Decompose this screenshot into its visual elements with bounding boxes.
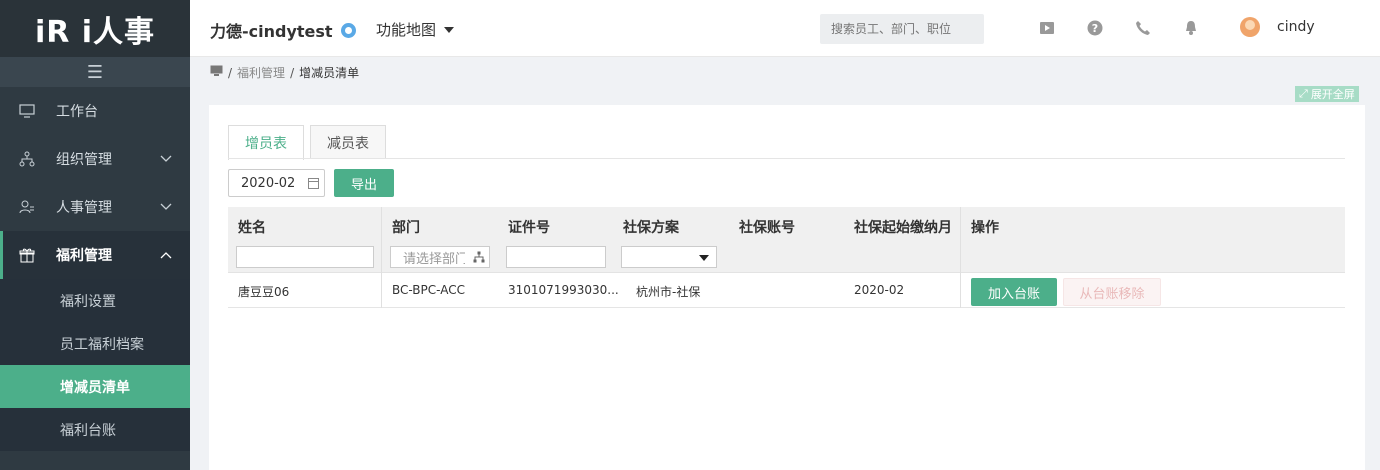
chevron-up-icon bbox=[160, 248, 172, 262]
top-header: 力德-cindytest 功能地图 ? cindy bbox=[190, 0, 1380, 57]
table-row[interactable]: 唐豆豆06 BC-BPC-ACC 3101071993030... 杭州市-社保… bbox=[228, 273, 1345, 308]
dept-filter-select[interactable]: 请选择部门 bbox=[390, 246, 490, 268]
tab-remove-staff[interactable]: 减员表 bbox=[310, 125, 386, 159]
menu-toggle-button[interactable]: ☰ bbox=[0, 57, 190, 87]
gear-icon[interactable] bbox=[340, 22, 356, 38]
dept-filter-placeholder: 请选择部门 bbox=[403, 251, 465, 267]
export-button[interactable]: 导出 bbox=[334, 169, 394, 197]
chevron-down-icon bbox=[160, 200, 172, 214]
sidebar-subitem-add-remove-list[interactable]: 增减员清单 bbox=[0, 365, 190, 408]
breadcrumb-parent[interactable]: 福利管理 bbox=[237, 64, 285, 81]
column-header-dept: 部门 bbox=[392, 220, 420, 236]
breadcrumb-separator: / bbox=[290, 65, 295, 80]
sidebar-item-label: 工作台 bbox=[56, 104, 98, 120]
sidebar-item-welfare[interactable]: 福利管理 bbox=[0, 231, 190, 279]
column-header-name: 姓名 bbox=[238, 220, 266, 236]
function-map-dropdown[interactable]: 功能地图 bbox=[376, 19, 455, 40]
column-header-plan: 社保方案 bbox=[623, 220, 679, 236]
company-switcher[interactable]: 力德-cindytest bbox=[210, 18, 356, 42]
table-header: 姓名 部门 证件号 社保方案 社保账号 社保起始缴纳月 操作 请选择部门 bbox=[228, 207, 1345, 273]
column-header-account: 社保账号 bbox=[739, 220, 795, 236]
monitor-icon bbox=[18, 102, 36, 120]
sidebar-item-workbench[interactable]: 工作台 bbox=[0, 87, 190, 135]
content-panel: 增员表 减员表 2020-02 导出 姓名 部门 证件号 社保方案 社保账号 社… bbox=[209, 105, 1365, 470]
app-logo[interactable]: iR i人事 bbox=[0, 0, 190, 57]
subitem-label: 福利台账 bbox=[60, 422, 116, 439]
sidebar-subitem-welfare-settings[interactable]: 福利设置 bbox=[0, 279, 190, 322]
subitem-label: 员工福利档案 bbox=[60, 336, 144, 353]
hamburger-icon: ☰ bbox=[86, 61, 104, 83]
column-header-actions: 操作 bbox=[971, 220, 999, 236]
sidebar-item-label: 人事管理 bbox=[56, 200, 112, 216]
avatar bbox=[1240, 17, 1260, 37]
breadcrumb: / 福利管理 / 增减员清单 bbox=[210, 64, 359, 81]
sidebar-subitem-employee-welfare[interactable]: 员工福利档案 bbox=[0, 322, 190, 365]
staff-table: 姓名 部门 证件号 社保方案 社保账号 社保起始缴纳月 操作 请选择部门 唐豆豆… bbox=[228, 207, 1345, 308]
sidebar-subitem-welfare-ledger[interactable]: 福利台账 bbox=[0, 408, 190, 451]
fullscreen-button[interactable]: ⤢ 展开全屏 bbox=[1295, 86, 1359, 102]
function-map-label: 功能地图 bbox=[376, 21, 437, 39]
gift-icon bbox=[18, 246, 36, 264]
month-picker[interactable]: 2020-02 bbox=[228, 169, 325, 197]
org-chart-icon bbox=[18, 150, 36, 168]
add-to-ledger-button[interactable]: 加入台账 bbox=[971, 278, 1057, 306]
svg-text:?: ? bbox=[1092, 22, 1098, 35]
cell-dept: BC-BPC-ACC bbox=[392, 283, 465, 297]
search-input[interactable] bbox=[820, 14, 984, 44]
column-header-start-month: 社保起始缴纳月 bbox=[854, 220, 952, 236]
chevron-down-icon bbox=[160, 152, 172, 166]
subitem-label: 增减员清单 bbox=[60, 379, 130, 396]
help-icon[interactable]: ? bbox=[1087, 20, 1103, 36]
tab-add-staff[interactable]: 增员表 bbox=[228, 125, 304, 160]
column-divider bbox=[960, 207, 961, 273]
plan-filter-select[interactable] bbox=[621, 246, 717, 268]
sidebar: iR i人事 ☰ 工作台 组织管理 人事管理 福利管理 福利设置 员工福利档案 … bbox=[0, 0, 190, 470]
calendar-icon bbox=[308, 178, 319, 189]
column-divider bbox=[960, 273, 961, 308]
person-icon bbox=[18, 198, 36, 216]
media-icon[interactable] bbox=[1039, 20, 1055, 36]
cell-plan: 杭州市-社保 bbox=[636, 285, 701, 299]
column-header-id: 证件号 bbox=[508, 220, 550, 236]
user-menu[interactable]: cindy bbox=[1240, 17, 1315, 37]
name-filter-input[interactable] bbox=[236, 246, 374, 268]
month-value: 2020-02 bbox=[241, 175, 296, 191]
breadcrumb-separator: / bbox=[228, 65, 233, 80]
caret-down-icon bbox=[699, 255, 709, 261]
column-divider bbox=[381, 273, 382, 308]
org-tree-icon bbox=[473, 251, 485, 267]
id-filter-input[interactable] bbox=[506, 246, 606, 268]
caret-down-icon bbox=[444, 26, 455, 33]
cell-name: 唐豆豆06 bbox=[238, 285, 290, 299]
bell-icon[interactable] bbox=[1183, 20, 1199, 36]
phone-icon[interactable] bbox=[1135, 20, 1151, 36]
fullscreen-label: 展开全屏 bbox=[1310, 88, 1355, 101]
tab-bar: 增员表 减员表 bbox=[228, 125, 392, 160]
sidebar-item-org[interactable]: 组织管理 bbox=[0, 135, 190, 183]
welfare-submenu: 福利设置 员工福利档案 增减员清单 福利台账 bbox=[0, 279, 190, 451]
username: cindy bbox=[1277, 19, 1315, 35]
home-icon[interactable] bbox=[210, 65, 223, 80]
cell-start-month: 2020-02 bbox=[854, 283, 905, 297]
expand-icon: ⤢ bbox=[1299, 87, 1308, 100]
cell-id: 3101071993030... bbox=[508, 283, 619, 297]
column-divider bbox=[381, 207, 382, 273]
logo-text: iR i人事 bbox=[34, 14, 156, 50]
tab-divider bbox=[228, 158, 1345, 159]
remove-from-ledger-button[interactable]: 从台账移除 bbox=[1063, 278, 1161, 306]
sidebar-item-hr[interactable]: 人事管理 bbox=[0, 183, 190, 231]
subitem-label: 福利设置 bbox=[60, 293, 116, 310]
sidebar-item-label: 组织管理 bbox=[56, 152, 112, 168]
company-name: 力德-cindytest bbox=[210, 22, 333, 41]
breadcrumb-current: 增减员清单 bbox=[299, 66, 360, 80]
sidebar-item-label: 福利管理 bbox=[56, 248, 112, 264]
